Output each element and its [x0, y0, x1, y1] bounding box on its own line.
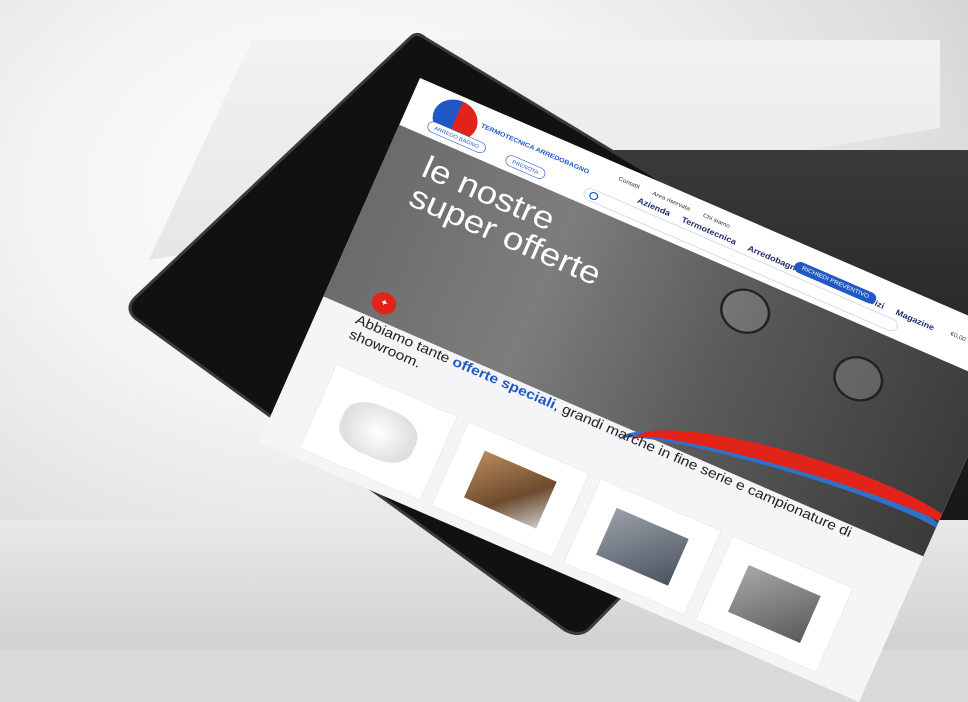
bidet-product-image: [332, 393, 425, 472]
top-links: Contatti Area riservata Chi siamo: [617, 176, 731, 230]
round-mirror-image: [825, 348, 891, 410]
product-card[interactable]: [299, 364, 458, 501]
product-card[interactable]: [695, 535, 854, 673]
product-card[interactable]: [431, 421, 590, 558]
tablet-screen: TERMOTECNICA ARREDOBAGNO ARREDO BAGNO PR…: [160, 78, 968, 702]
bathroom-furniture-image: [464, 450, 557, 529]
search-icon: [587, 190, 600, 202]
nav-magazine[interactable]: Magazine: [894, 307, 935, 332]
top-link-contatti[interactable]: Contatti: [617, 176, 640, 191]
cart-total[interactable]: €0,00: [949, 331, 967, 343]
shower-cabinet-image: [728, 564, 821, 643]
round-mirror-image: [712, 280, 778, 342]
mirror-cabinet-image: [596, 507, 689, 586]
tablet-device: TERMOTECNICA ARREDOBAGNO ARREDO BAGNO PR…: [0, 0, 968, 702]
